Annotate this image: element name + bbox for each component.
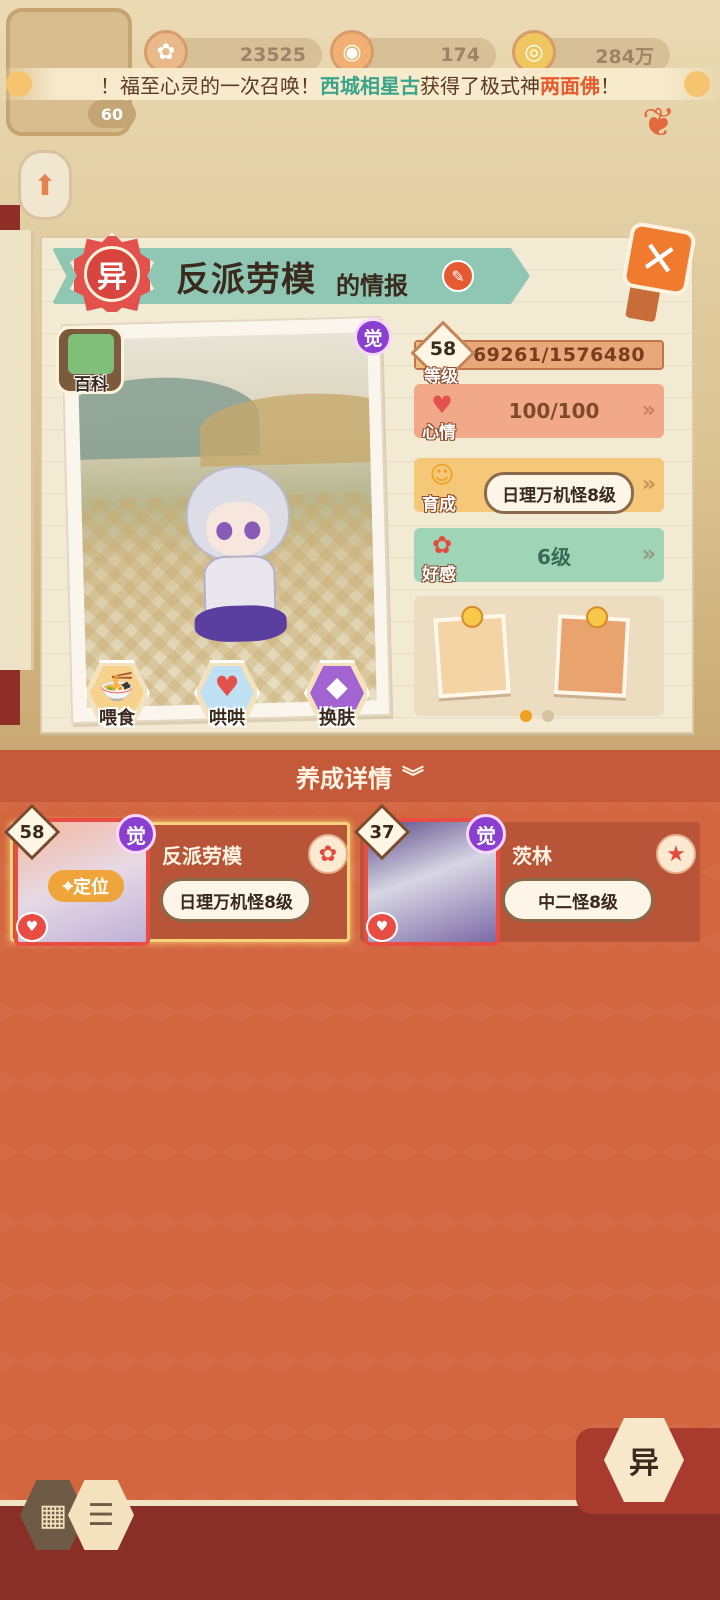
mood-label: 心情	[422, 423, 456, 443]
growth-label: 育成	[422, 495, 456, 515]
announcement-prefix: ！福至心灵的一次召唤！	[100, 73, 320, 98]
smiley-icon: ☺	[429, 461, 455, 489]
favorite-star-icon[interactable]: ★	[656, 834, 696, 874]
encyclopedia-label: 百科	[74, 375, 108, 395]
close-button[interactable]: ✕	[620, 220, 698, 298]
details-toggle-bar[interactable]: 养成详情 ︾	[0, 750, 720, 802]
card-mood-heart-icon: ♥	[16, 912, 48, 942]
chevron-right-icon: »	[641, 542, 656, 567]
chevron-right-icon: »	[641, 472, 656, 497]
flower-icon	[6, 71, 32, 97]
page-dot-active[interactable]	[520, 710, 532, 722]
announcement-suffix: ！	[600, 73, 620, 98]
robe-icon: ◆	[326, 670, 348, 703]
card-name: 茨林	[512, 844, 552, 868]
resource-blossom-value: 23525	[170, 38, 322, 72]
announcement-player: 西城相星古	[320, 73, 420, 98]
feed-label: 喂食	[99, 708, 135, 729]
smiley-icon	[460, 605, 485, 629]
smiley-icon	[585, 605, 609, 629]
fish-decoration-icon: ❦	[642, 100, 676, 146]
awakened-badge: 觉	[354, 318, 392, 356]
announcement-banner: ！福至心灵的一次召唤！ 西城相星古 获得了极式神 两面佛 ！	[0, 68, 720, 100]
card-mood-heart-icon: ♥	[366, 912, 398, 942]
character-name-title: 反派劳模	[176, 260, 316, 300]
feed-button[interactable]: 🍜 喂食	[84, 660, 150, 729]
character-sprite[interactable]	[176, 454, 301, 647]
card-awakened-badge: 觉	[466, 814, 506, 854]
affinity-label: 好感	[422, 565, 456, 585]
rename-pencil-icon[interactable]: ✎	[442, 260, 474, 292]
chevron-right-icon: »	[641, 398, 656, 423]
skin-label: 换肤	[319, 708, 355, 729]
blossom-icon: ✿	[431, 531, 453, 559]
location-pin-icon: ⌖	[62, 875, 74, 897]
card-name: 反派劳模	[162, 844, 242, 868]
card-level-value: 58	[19, 822, 45, 843]
favorite-flower-icon[interactable]: ✿	[308, 834, 348, 874]
comfort-button[interactable]: ♥ 哄哄	[194, 660, 260, 729]
announcement-middle: 获得了极式神	[420, 73, 540, 98]
flower-icon	[684, 71, 710, 97]
favorite-toy-card[interactable]	[553, 605, 631, 698]
locate-label: 定位	[73, 877, 110, 898]
player-level-badge: 60	[88, 100, 136, 128]
skin-button[interactable]: ◆ 换肤	[304, 660, 370, 729]
sprite-robe	[194, 604, 288, 643]
locate-button[interactable]: ⌖ 定位	[48, 870, 124, 902]
card-title-tag: 中二怪8级	[502, 878, 654, 922]
type-badge-label: 异	[84, 246, 140, 302]
level-value: 58	[429, 338, 457, 360]
bowl-icon: 🍜	[99, 670, 135, 703]
growth-title-tag: 日理万机怪8级	[484, 472, 634, 514]
chevron-down-icon: ︾	[401, 766, 424, 791]
card-awakened-badge: 觉	[116, 814, 156, 854]
heart-icon: ♥	[214, 670, 240, 703]
announcement-reward: 两面佛	[540, 73, 600, 98]
encyclopedia-book-icon	[68, 334, 114, 374]
card-title-tag: 日理万机怪8级	[160, 878, 312, 922]
experience-text: 69261/1576480	[472, 344, 646, 366]
details-label: 养成详情	[295, 764, 392, 793]
card-level-value: 37	[369, 822, 395, 843]
affinity-value: 6级	[537, 544, 571, 569]
comfort-label: 哄哄	[209, 708, 245, 729]
book-left-page	[0, 230, 34, 670]
heart-face-icon: ♥	[431, 391, 453, 419]
character-portrait	[77, 332, 377, 708]
upgrade-lantern-icon[interactable]: ⬆	[18, 150, 72, 220]
mood-value: 100/100	[508, 399, 600, 423]
title-suffix: 的情报	[336, 272, 408, 300]
favorite-food-card[interactable]	[433, 605, 511, 699]
page-dot[interactable]	[542, 710, 554, 722]
